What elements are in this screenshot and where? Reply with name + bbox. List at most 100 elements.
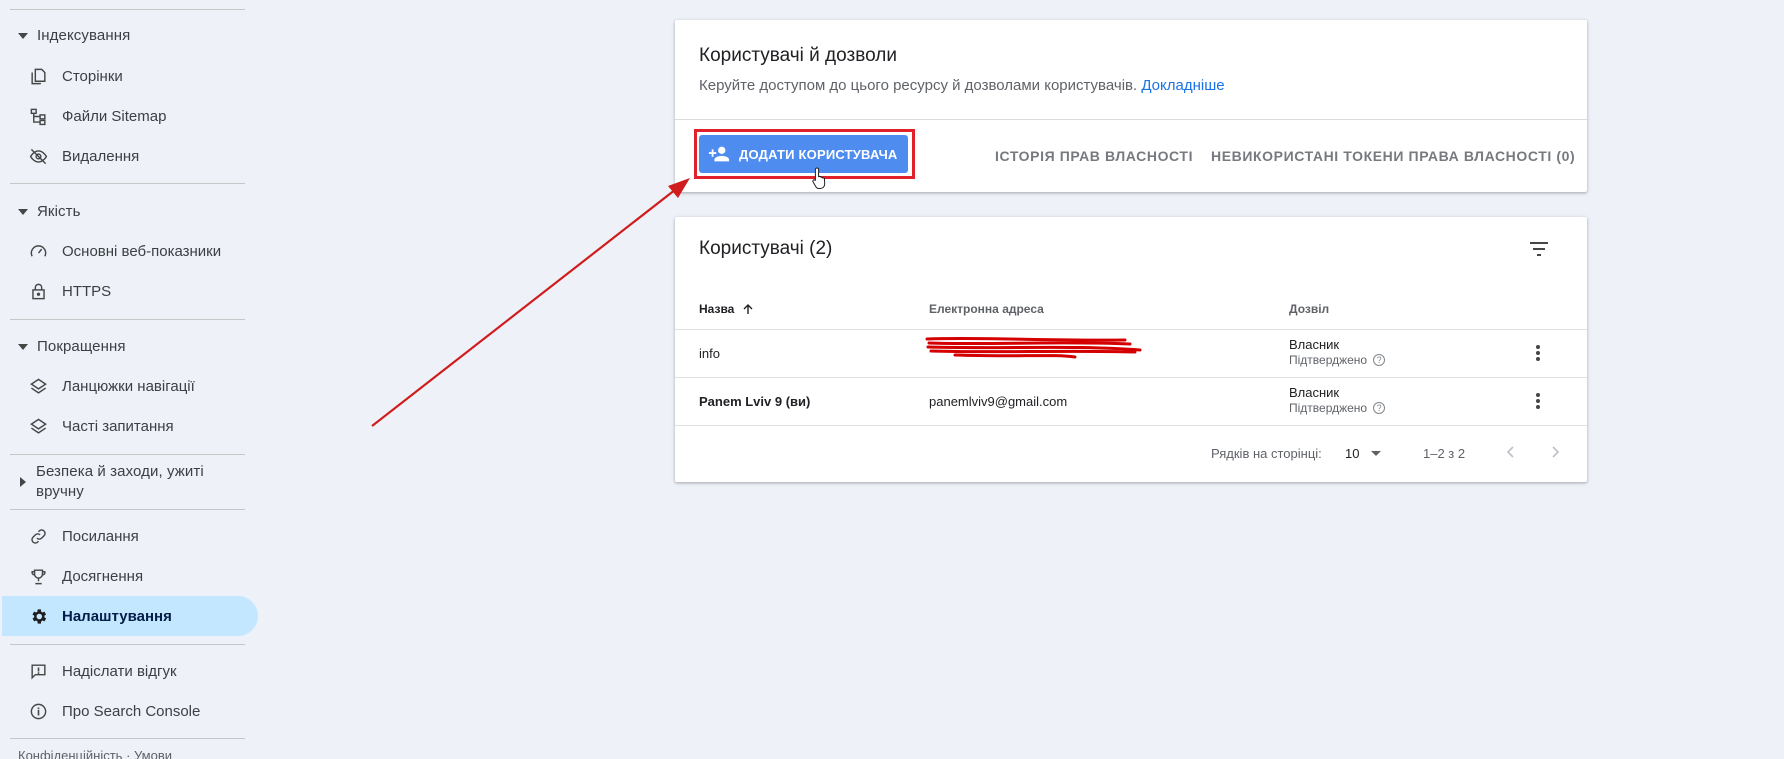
sidebar-section-enhancements[interactable]: Покращення <box>18 338 126 355</box>
sidebar-item-https[interactable]: HTTPS <box>28 281 111 301</box>
feedback-icon <box>28 661 48 681</box>
sidebar-item-links[interactable]: Посилання <box>28 526 139 546</box>
sidebar-item-breadcrumbs[interactable]: Ланцюжки навігації <box>28 376 195 396</box>
person-add-icon <box>707 142 731 166</box>
sidebar-divider <box>10 509 245 510</box>
sitemap-icon <box>28 106 48 126</box>
pages-icon <box>28 66 48 86</box>
redaction-scribble <box>925 336 1142 359</box>
page-title: Користувачі й дозволи <box>699 45 897 66</box>
section-label: Індексування <box>37 27 131 44</box>
sidebar-divider <box>10 183 245 184</box>
chevron-down-icon <box>18 343 28 350</box>
add-user-label: ДОДАТИ КОРИСТУВАЧА <box>739 146 898 162</box>
more-vert-icon[interactable] <box>1528 343 1548 363</box>
permissions-card: Користувачі й дозволи Керуйте доступом д… <box>675 20 1587 192</box>
sidebar-item-core-web-vitals[interactable]: Основні веб-показники <box>28 241 221 261</box>
verification-status: Підтверджено ? <box>1289 401 1386 415</box>
sidebar-item-pages[interactable]: Сторінки <box>28 66 123 86</box>
sidebar-item-about[interactable]: Про Search Console <box>28 701 200 721</box>
sidebar-item-label: Часті запитання <box>62 417 174 435</box>
sidebar-item-label: Видалення <box>62 147 140 165</box>
permission-level: Власник <box>1289 385 1340 400</box>
rows-per-page-select[interactable]: 10 <box>1345 446 1382 461</box>
sidebar-item-label: Посилання <box>62 527 139 545</box>
section-label: Безпека й заходи, ужиті вручну <box>36 463 204 500</box>
column-header-permission[interactable]: Дозвіл <box>1289 302 1329 316</box>
link-icon <box>28 526 48 546</box>
sidebar-section-security[interactable]: Безпека й заходи, ужиті вручну <box>18 462 236 502</box>
description-text: Керуйте доступом до цього ресурсу й дозв… <box>699 77 1138 94</box>
help-icon[interactable]: ? <box>1373 402 1386 414</box>
info-icon <box>28 701 48 721</box>
card-divider <box>675 119 1587 120</box>
sidebar-item-feedback[interactable]: Надіслати відгук <box>28 661 177 681</box>
dropdown-arrow-icon <box>1371 451 1382 456</box>
sidebar-item-label: Основні веб-показники <box>62 242 222 260</box>
sidebar-item-label: Надіслати відгук <box>62 662 177 680</box>
gear-icon <box>28 606 48 626</box>
sidebar-item-label: Сторінки <box>62 67 123 85</box>
sidebar-item-label: Налаштування <box>62 607 172 625</box>
chevron-right-icon <box>20 477 26 487</box>
footer-links[interactable]: Конфіденційність · Умови <box>18 748 172 759</box>
add-user-button[interactable]: ДОДАТИ КОРИСТУВАЧА <box>699 135 908 173</box>
user-name: Panem Lviv 9 (ви) <box>699 394 811 409</box>
sidebar-item-achievements[interactable]: Досягнення <box>28 566 143 586</box>
sidebar-item-label: Ланцюжки навігації <box>62 377 195 395</box>
sidebar-divider <box>10 454 245 455</box>
column-header-label: Назва <box>699 302 735 316</box>
trophy-icon <box>28 566 48 586</box>
filter-icon[interactable] <box>1527 237 1551 261</box>
rows-per-page-value: 10 <box>1345 446 1360 461</box>
user-email: panemlviv9@gmail.com <box>929 394 1068 409</box>
column-header-email[interactable]: Електронна адреса <box>929 302 1044 316</box>
rows-per-page-label: Рядків на сторінці: <box>1211 446 1322 461</box>
sidebar-divider <box>10 644 245 645</box>
speedometer-icon <box>28 241 48 261</box>
sidebar-divider <box>10 738 245 739</box>
user-name: info <box>699 346 720 361</box>
permissions-description: Керуйте доступом до цього ресурсу й дозв… <box>699 77 1225 94</box>
page-range: 1–2 з 2 <box>1423 446 1466 461</box>
sidebar-divider <box>10 319 245 320</box>
chevron-down-icon <box>18 208 28 215</box>
permission-level: Власник <box>1289 337 1340 352</box>
status-text: Підтверджено <box>1289 401 1368 415</box>
users-title: Користувачі (2) <box>699 238 833 259</box>
row-divider <box>675 377 1587 378</box>
sidebar-section-indexing[interactable]: Індексування <box>18 27 130 44</box>
sidebar-item-settings[interactable]: Налаштування <box>2 596 258 636</box>
users-card: Користувачі (2) Назва Електронна адреса … <box>675 217 1587 482</box>
section-label: Покращення <box>37 338 126 355</box>
more-vert-icon[interactable] <box>1528 391 1548 411</box>
unused-tokens-button[interactable]: НЕВИКОРИСТАНІ ТОКЕНИ ПРАВА ВЛАСНОСТІ (0) <box>1211 148 1575 164</box>
sidebar-item-label: Файли Sitemap <box>62 107 167 125</box>
lock-icon <box>28 281 48 301</box>
sidebar-item-label: Досягнення <box>62 567 144 585</box>
chevron-left-icon[interactable] <box>1501 442 1521 462</box>
chevron-down-icon <box>18 32 28 39</box>
sidebar-divider <box>10 9 245 10</box>
sidebar-item-label: HTTPS <box>62 282 112 300</box>
column-header-name[interactable]: Назва <box>699 302 754 316</box>
learn-more-link[interactable]: Докладніше <box>1141 77 1224 94</box>
removals-icon <box>28 146 48 166</box>
help-icon[interactable]: ? <box>1373 354 1386 366</box>
layers-icon <box>28 376 48 396</box>
status-text: Підтверджено <box>1289 353 1368 367</box>
row-divider <box>675 329 1587 330</box>
chevron-right-icon[interactable] <box>1545 442 1565 462</box>
sidebar-item-label: Про Search Console <box>62 702 201 720</box>
hand-cursor-icon <box>812 167 826 189</box>
sidebar-item-removals[interactable]: Видалення <box>28 146 139 166</box>
verification-status: Підтверджено ? <box>1289 353 1386 367</box>
sidebar-section-quality[interactable]: Якість <box>18 203 81 220</box>
sidebar: Індексування Сторінки Файли Sitemap Вида… <box>0 0 262 759</box>
section-label: Якість <box>37 203 81 220</box>
sidebar-item-faq[interactable]: Часті запитання <box>28 416 174 436</box>
ownership-history-button[interactable]: ІСТОРІЯ ПРАВ ВЛАСНОСТІ <box>995 148 1193 164</box>
layers-icon <box>28 416 48 436</box>
sort-arrow-up-icon <box>743 304 753 314</box>
sidebar-item-sitemaps[interactable]: Файли Sitemap <box>28 106 166 126</box>
